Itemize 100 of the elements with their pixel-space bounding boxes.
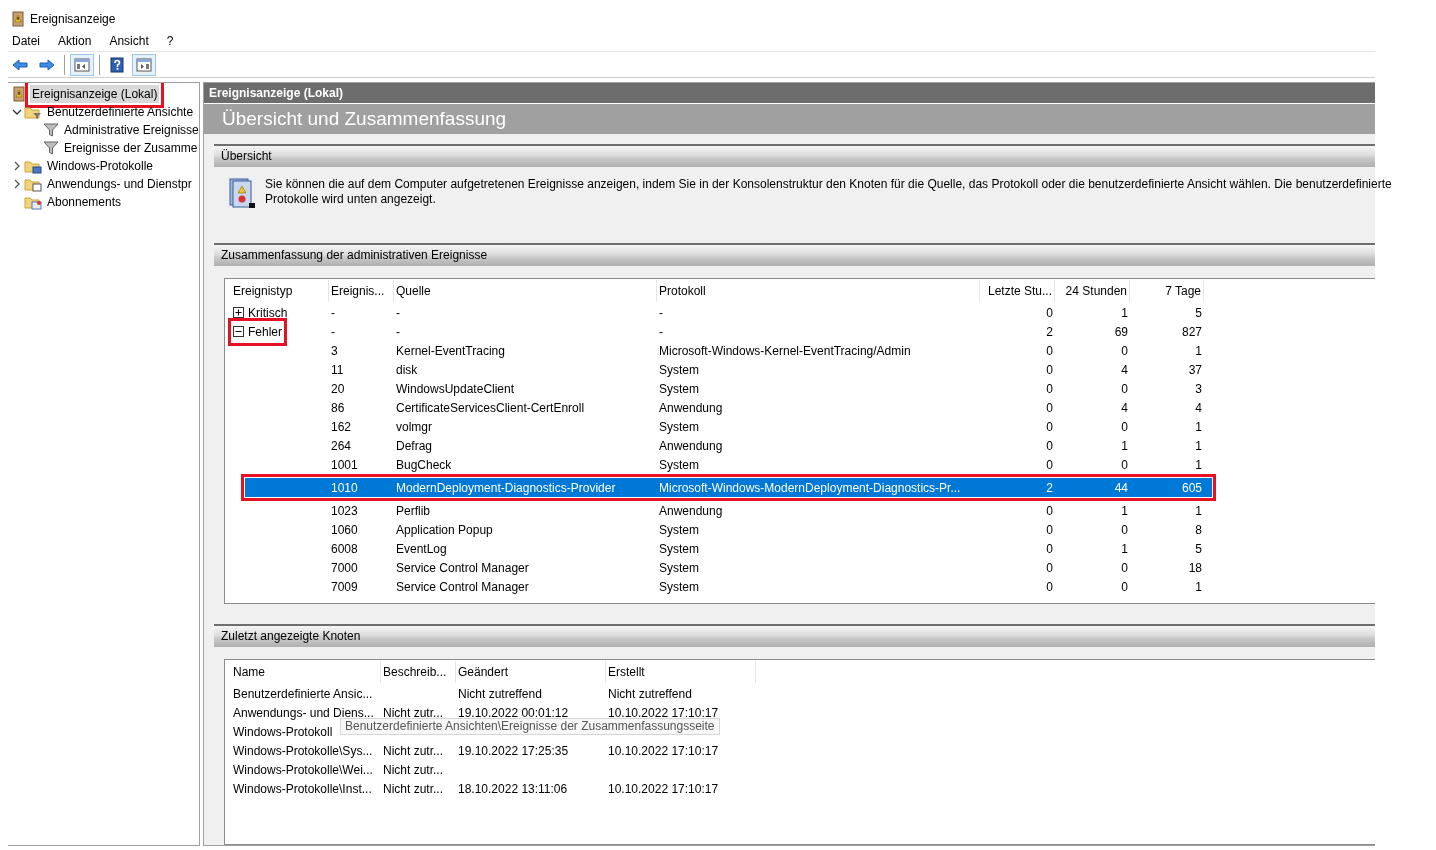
- column-header[interactable]: Erstellt: [606, 661, 756, 683]
- table-cell-text: 20: [330, 380, 346, 398]
- table-cell-text: System: [658, 521, 700, 539]
- filter-icon: [43, 122, 59, 138]
- column-header[interactable]: Name: [231, 661, 381, 683]
- table-cell-text: WindowsUpdateClient: [395, 380, 516, 398]
- section-header: Übersicht: [214, 144, 1375, 167]
- table-row[interactable]: 7000 Service Control Manager System 0 0 18: [245, 558, 1212, 577]
- column-header[interactable]: Quelle: [394, 280, 657, 302]
- tree-item[interactable]: Anwendungs- und Dienstpr: [45, 175, 194, 193]
- pane-icon: [136, 56, 152, 73]
- table-row[interactable]: 264 Defrag Anwendung 0 1 1: [245, 436, 1212, 455]
- menu-item[interactable]: Ansicht: [108, 31, 150, 50]
- table-cell-text: 0: [1045, 304, 1054, 322]
- table-cell-text: -: [395, 323, 401, 341]
- app-icon: [10, 11, 24, 27]
- menu-item[interactable]: ?: [165, 31, 175, 50]
- column-header[interactable]: Protokoll: [657, 280, 980, 302]
- table-row[interactable]: 1023 Perflib Anwendung 0 1 1: [245, 501, 1212, 520]
- table-cell-text: 10.10.2022 17:10:17: [607, 742, 720, 760]
- table-row[interactable]: 6008 EventLog System 0 1 5: [245, 539, 1212, 558]
- tree-item[interactable]: Windows-Protokolle: [45, 157, 156, 175]
- table-cell-text: disk: [395, 361, 419, 379]
- table-cell-text: Defrag: [395, 437, 434, 455]
- column-header[interactable]: Ereignis...: [329, 280, 394, 302]
- table-cell-text: 6008: [330, 540, 359, 558]
- table-row[interactable]: 7009 Service Control Manager System 0 0 1: [245, 577, 1212, 596]
- table-cell-text: 69: [1113, 323, 1129, 341]
- table-row[interactable]: 1060 Application Popup System 0 0 8: [245, 520, 1212, 539]
- tree-item[interactable]: Benutzerdefinierte Ansichte: [45, 103, 196, 121]
- table-cell-text: 8: [1194, 521, 1203, 539]
- table-cell-text: System: [658, 380, 700, 398]
- table-cell-text: 1: [1120, 304, 1129, 322]
- column-header[interactable]: Letzte Stu...: [980, 280, 1055, 302]
- table-cell-text: 1: [1120, 540, 1129, 558]
- table-cell-text: volmgr: [395, 418, 433, 436]
- tree-item[interactable]: Ereignisse der Zusamme: [62, 139, 199, 157]
- table-cell-text: Nicht zutreffend: [607, 685, 693, 703]
- table-cell-text: 3: [330, 342, 339, 360]
- table-cell-text: Anwendung: [658, 437, 724, 455]
- tooltip: Benutzerdefinierte Ansichten\Ereignisse der Zusammenfassungsseite: [340, 718, 720, 735]
- table-row[interactable]: 162 volmgr System 0 0 1: [245, 417, 1212, 436]
- tree-item[interactable]: Administrative Ereignisse: [62, 121, 199, 139]
- window-title: Ereignisanzeige: [30, 11, 116, 28]
- table-cell-text: 1001: [330, 456, 359, 474]
- column-header[interactable]: Beschreib...: [381, 661, 456, 683]
- table-cell-text: Kernel-EventTracing: [395, 342, 506, 360]
- table-cell-text: 1023: [330, 502, 359, 520]
- table-cell-text: EventLog: [395, 540, 448, 558]
- table-row[interactable]: 11 disk System 0 4 37: [245, 360, 1212, 379]
- tree-item[interactable]: Abonnements: [45, 193, 124, 211]
- column-header[interactable]: 24 Stunden: [1055, 280, 1130, 302]
- table-cell-text: Windows-Protokolle\Inst...: [232, 780, 373, 798]
- event-type: Kritisch: [248, 304, 288, 322]
- help-icon: [109, 56, 125, 73]
- column-header[interactable]: 7 Tage: [1130, 280, 1204, 302]
- column-header[interactable]: Geändert: [456, 661, 606, 683]
- table-cell-text: Service Control Manager: [395, 559, 530, 577]
- table-cell-text: 0: [1045, 437, 1054, 455]
- table-cell-text: 0: [1120, 559, 1129, 577]
- menu-item[interactable]: Datei: [11, 31, 41, 50]
- table-cell-text: 18.10.2022 13:11:06: [457, 780, 569, 798]
- table-cell-text: 19.10.2022 17:25:35: [457, 742, 570, 760]
- column-header[interactable]: Ereignistyp: [231, 280, 329, 302]
- console-tree-button[interactable]: [70, 53, 94, 76]
- table-cell-text: 1: [1194, 456, 1203, 474]
- table-cell-text: 1: [1194, 502, 1203, 520]
- folder-icon: [24, 104, 42, 120]
- folder-icon: [24, 158, 42, 174]
- table-cell-text: 827: [1180, 323, 1203, 341]
- collapse-icon[interactable]: [233, 326, 244, 337]
- table-row[interactable]: 3 Kernel-EventTracing Microsoft-Windows-Kernel-EventTracing/Admin 0 0 1: [245, 341, 1212, 360]
- table-cell-text: 7000: [330, 559, 359, 577]
- table-row[interactable]: 86 CertificateServicesClient-CertEnroll Anwendung 0 4 4: [245, 398, 1212, 417]
- table-cell-text: 10.10.2022 17:10:17: [607, 780, 720, 798]
- table-cell-text: 5: [1194, 540, 1203, 558]
- table-cell-text: 0: [1045, 380, 1054, 398]
- table-cell-text: 0: [1045, 540, 1054, 558]
- action-pane-button[interactable]: [132, 53, 156, 76]
- table-cell-text: 605: [1180, 479, 1203, 497]
- table-cell-text: 0: [1045, 342, 1054, 360]
- table-cell-text: System: [658, 361, 700, 379]
- expand-icon[interactable]: [233, 307, 244, 318]
- table-cell-text: ModernDeployment-Diagnostics-Provider: [395, 479, 617, 497]
- table-cell-text: 0: [1045, 559, 1054, 577]
- table-row[interactable]: 20 WindowsUpdateClient System 0 0 3: [245, 379, 1212, 398]
- table-row[interactable]: 1001 BugCheck System 0 0 1: [245, 455, 1212, 474]
- table-cell-text: 0: [1045, 399, 1054, 417]
- menu-item[interactable]: Aktion: [57, 31, 93, 50]
- table-cell-text: 0: [1120, 342, 1129, 360]
- table-cell-text: Windows-Protokolle\Wei...: [232, 761, 374, 779]
- event-viewer-icon: [11, 86, 27, 102]
- table-cell-text: Nicht zutr...: [382, 780, 445, 798]
- table-cell-text: -: [658, 323, 664, 341]
- table-cell-text: Benutzerdefinierte Ansic...: [232, 685, 374, 703]
- table-cell-text: 0: [1045, 418, 1054, 436]
- table-cell-text: Microsoft-Windows-ModernDeployment-Diagnostics-Pr...: [658, 479, 962, 497]
- table-cell-text: Anwendung: [658, 502, 724, 520]
- filter-icon: [43, 140, 59, 156]
- event-log-icon: [227, 177, 257, 211]
